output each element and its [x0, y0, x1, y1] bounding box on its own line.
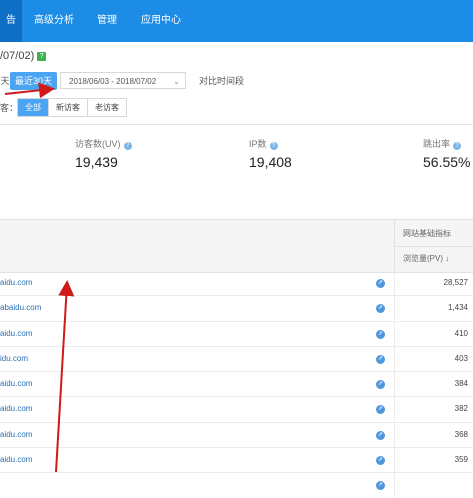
annotation-overlay — [4, 82, 75, 473]
annotation-arrow-up — [55, 280, 75, 473]
annotation-arrow-right — [4, 82, 55, 99]
table-row: ⇗ — [0, 473, 473, 498]
link-icon[interactable]: ⇗ — [376, 481, 385, 491]
